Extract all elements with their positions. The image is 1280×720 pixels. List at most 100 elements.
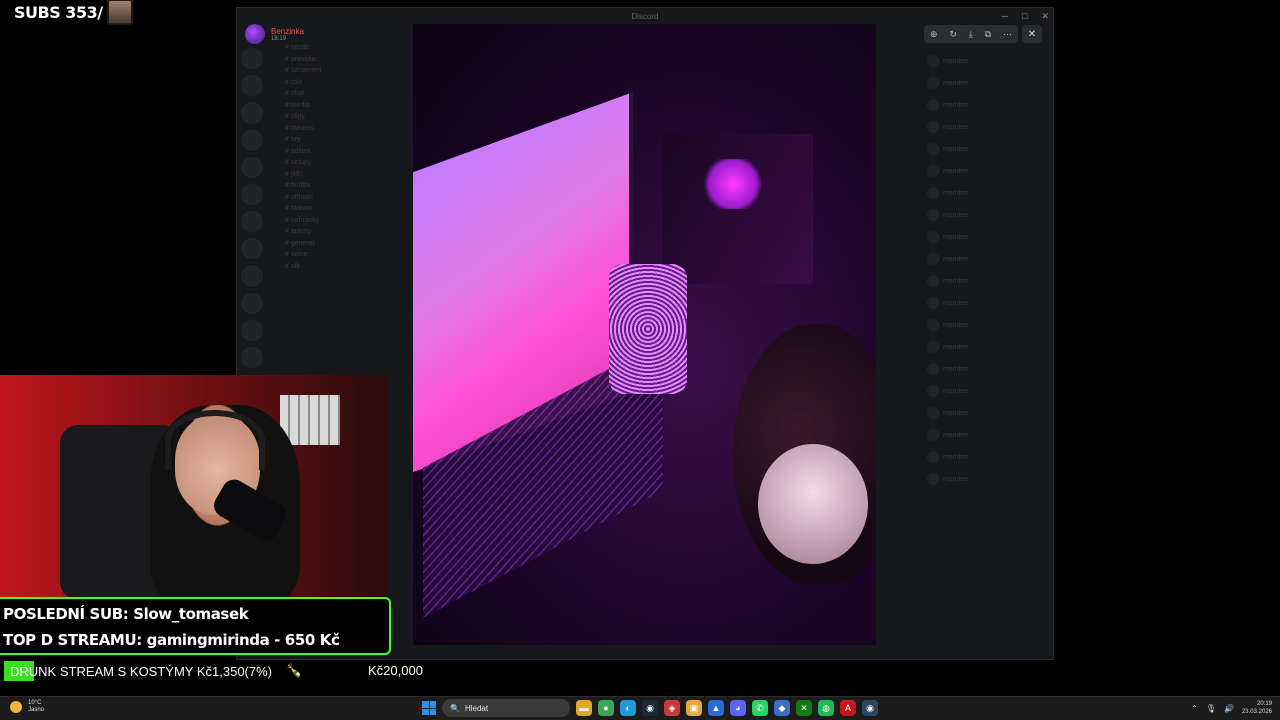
open-external-icon[interactable]: ⧉ xyxy=(985,29,991,40)
server-icon[interactable] xyxy=(241,292,263,314)
channel-item[interactable]: # afk xyxy=(277,261,417,273)
channel-item[interactable]: # chat xyxy=(277,88,417,100)
discord-icon[interactable]: ◕ xyxy=(730,700,746,716)
download-icon[interactable]: ⤓ xyxy=(969,29,973,40)
photo-pc-tower xyxy=(663,134,813,284)
member-item[interactable]: member xyxy=(927,208,1047,222)
member-name: member xyxy=(943,123,969,131)
author-avatar[interactable] xyxy=(245,24,265,44)
member-item[interactable]: member xyxy=(927,120,1047,134)
viewer-toolbar: ⊕ ↻ ⤓ ⧉ ⋯ xyxy=(924,25,1018,43)
spotify-icon[interactable]: ◍ xyxy=(818,700,834,716)
file-explorer-icon[interactable]: ▬ xyxy=(576,700,592,716)
close-icon[interactable]: ✕ xyxy=(1022,25,1042,43)
steam2-icon[interactable]: ◉ xyxy=(862,700,878,716)
close-window-icon[interactable]: ✕ xyxy=(1041,11,1049,22)
member-item[interactable]: member xyxy=(927,274,1047,288)
member-item[interactable]: member xyxy=(927,340,1047,354)
minimize-icon[interactable]: ─ xyxy=(1002,11,1008,21)
rotate-icon[interactable]: ↻ xyxy=(949,29,957,40)
shared-photo[interactable] xyxy=(413,24,876,645)
maximize-icon[interactable]: □ xyxy=(1022,11,1027,21)
whatsapp-icon[interactable]: ✆ xyxy=(752,700,768,716)
channel-item[interactable]: # role xyxy=(277,77,417,89)
edge-icon[interactable]: ◐ xyxy=(620,700,636,716)
adobe-icon[interactable]: A xyxy=(840,700,856,716)
channel-item[interactable]: # memes xyxy=(277,123,417,135)
member-item[interactable]: member xyxy=(927,318,1047,332)
member-item[interactable]: member xyxy=(927,98,1047,112)
app2-icon[interactable]: ◆ xyxy=(774,700,790,716)
server-icon[interactable] xyxy=(241,265,263,287)
member-item[interactable]: member xyxy=(927,230,1047,244)
channel-item[interactable]: # hudba xyxy=(277,180,417,192)
channel-item[interactable]: # ankety xyxy=(277,226,417,238)
channel-item[interactable]: # voice xyxy=(277,249,417,261)
member-item[interactable]: member xyxy=(927,472,1047,486)
window-title: Discord xyxy=(631,11,659,21)
server-icon[interactable] xyxy=(241,156,263,178)
member-name: member xyxy=(943,211,969,219)
clock-time: 20:19 xyxy=(1256,701,1272,707)
member-item[interactable]: member xyxy=(927,164,1047,178)
server-icon[interactable] xyxy=(241,48,263,70)
clock[interactable]: 20:19 23.03.2026 xyxy=(1242,700,1272,716)
member-item[interactable]: member xyxy=(927,406,1047,420)
member-name: member xyxy=(943,145,969,153)
steam-icon[interactable]: ◉ xyxy=(642,700,658,716)
search-input[interactable]: 🔍 Hledat xyxy=(442,699,570,717)
channel-item[interactable]: # pravidla xyxy=(277,54,417,66)
sub-info-panel: POSLEDNÍ SUB: Slow_tomasek TOP D STREAMU… xyxy=(0,597,391,655)
photo-microphone xyxy=(609,264,687,394)
speaker-icon[interactable]: 🔊 xyxy=(1224,704,1234,713)
member-item[interactable]: member xyxy=(927,76,1047,90)
server-icon[interactable] xyxy=(241,211,263,233)
weather-widget[interactable]: 10°C Jasno xyxy=(10,700,44,714)
app-icon[interactable]: ◈ xyxy=(664,700,680,716)
channel-item[interactable]: # offtopic xyxy=(277,192,417,204)
viewer-author: Benzinka 18:19 xyxy=(245,24,304,44)
avatar xyxy=(927,209,939,221)
channel-item[interactable]: # sdileni xyxy=(277,146,417,158)
member-item[interactable]: member xyxy=(927,384,1047,398)
avatar xyxy=(927,363,939,375)
more-icon[interactable]: ⋯ xyxy=(1003,29,1012,40)
channel-item[interactable]: # clipy xyxy=(277,111,417,123)
start-icon[interactable] xyxy=(422,701,436,715)
channel-item[interactable]: # hry xyxy=(277,134,417,146)
server-icon[interactable] xyxy=(241,346,263,369)
member-item[interactable]: member xyxy=(927,428,1047,442)
server-icon[interactable] xyxy=(241,75,263,97)
chevron-up-icon[interactable]: ⌃ xyxy=(1191,704,1198,713)
channel-item[interactable]: # oznameni xyxy=(277,65,417,77)
author-name[interactable]: Benzinka xyxy=(271,27,304,36)
member-name: member xyxy=(943,475,969,483)
channel-item[interactable]: # nahravky xyxy=(277,215,417,227)
avatar xyxy=(927,319,939,331)
notes-icon[interactable]: ▣ xyxy=(686,700,702,716)
server-icon[interactable] xyxy=(241,102,263,124)
photos-icon[interactable]: ▲ xyxy=(708,700,724,716)
server-icon[interactable] xyxy=(241,238,263,260)
channel-item[interactable]: # general xyxy=(277,238,417,250)
channel-item[interactable]: # media xyxy=(277,100,417,112)
xbox-icon[interactable]: ✕ xyxy=(796,700,812,716)
member-item[interactable]: member xyxy=(927,362,1047,376)
channel-item[interactable]: # jidlo xyxy=(277,169,417,181)
member-item[interactable]: member xyxy=(927,186,1047,200)
zoom-in-icon[interactable]: ⊕ xyxy=(930,29,938,40)
avatar xyxy=(927,55,939,67)
member-item[interactable]: member xyxy=(927,54,1047,68)
microphone-icon[interactable]: 🎙 xyxy=(1206,704,1216,713)
server-icon[interactable] xyxy=(241,183,263,206)
channel-item[interactable]: # setupy xyxy=(277,157,417,169)
server-icon[interactable] xyxy=(241,319,263,341)
member-item[interactable]: member xyxy=(927,252,1047,266)
member-item[interactable]: member xyxy=(927,450,1047,464)
channel-item[interactable]: # stream xyxy=(277,203,417,215)
chrome-icon[interactable]: ● xyxy=(598,700,614,716)
member-item[interactable]: member xyxy=(927,296,1047,310)
weather-temp: 10°C xyxy=(28,700,42,706)
server-icon[interactable] xyxy=(241,129,263,151)
member-item[interactable]: member xyxy=(927,142,1047,156)
